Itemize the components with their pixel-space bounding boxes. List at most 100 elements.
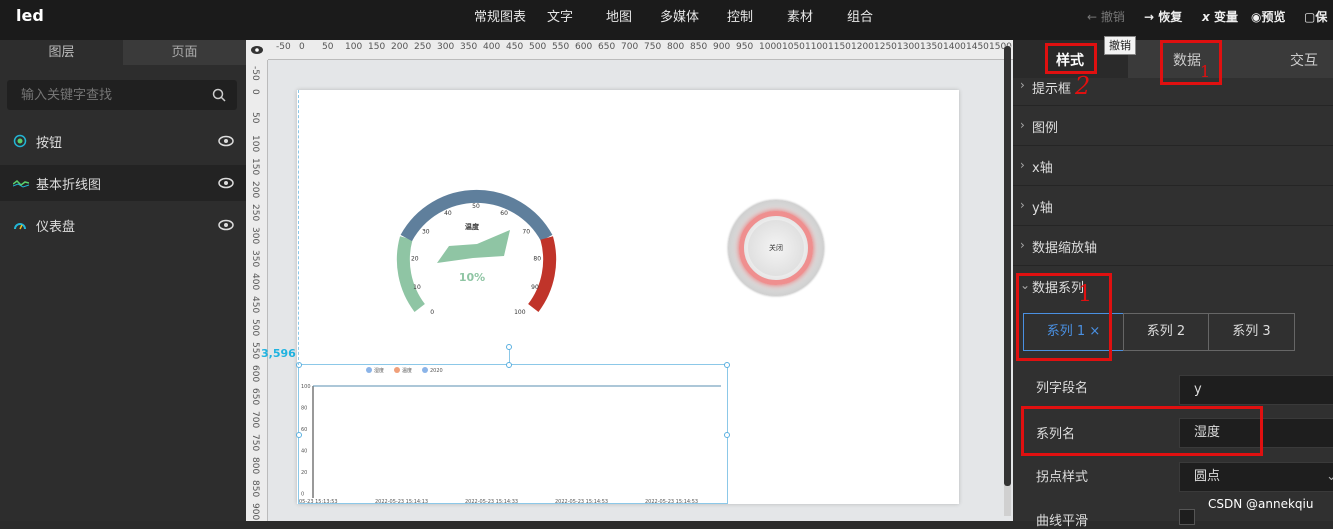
redo-button[interactable]: → 恢复 <box>1144 8 1182 25</box>
resize-handle[interactable] <box>506 362 512 368</box>
y-ticks: 100 80 60 40 20 0 <box>301 384 311 498</box>
column-field-input[interactable]: y <box>1179 375 1333 405</box>
watermark: CSDN @annekqiu <box>1208 497 1314 511</box>
layer-item-button[interactable]: 按钮 <box>0 123 246 159</box>
gauge-tick-label: 20 <box>411 255 419 262</box>
tab-pages[interactable]: 页面 <box>123 40 246 65</box>
scrollbar-thumb[interactable] <box>1004 46 1011 486</box>
app-logo: led <box>16 6 44 25</box>
section-legend[interactable]: › 图例 <box>1013 106 1333 146</box>
ruler-tick-label: -50 <box>276 42 291 52</box>
ruler-tick-label: 1050 <box>782 42 805 52</box>
annotation-box <box>1160 40 1222 85</box>
gauge-widget[interactable]: 0 10 20 30 40 50 60 70 80 90 100 温度 10% <box>389 168 564 318</box>
layer-label: 仪表盘 <box>36 220 76 235</box>
menu-text[interactable]: 文字 <box>547 6 573 25</box>
ruler-tick-label: 200 <box>250 181 260 199</box>
gauge-value: 10% <box>459 271 485 284</box>
undo-tooltip: 撤销 <box>1104 36 1136 55</box>
annotation-number: 1 <box>1200 62 1211 81</box>
variable-button[interactable]: x 变量 <box>1202 8 1238 25</box>
radio-icon <box>13 134 27 148</box>
ruler-tick-label: 1000 <box>759 42 782 52</box>
symbol-style-select[interactable]: 圆点 ⌄ <box>1179 462 1333 492</box>
section-data-zoom[interactable]: › 数据缩放轴 <box>1013 226 1333 266</box>
chevron-down-icon: ⌄ <box>1326 469 1333 484</box>
y-tick-label: 20 <box>301 470 307 476</box>
ruler-tick-label: 1300 <box>897 42 920 52</box>
gauge-tick-label: 10 <box>413 284 421 291</box>
layer-item-line-chart[interactable]: 基本折线图 <box>0 165 246 201</box>
search-icon[interactable] <box>212 88 226 102</box>
ruler-tick-label: 50 <box>322 42 334 52</box>
legend-label: 温度 <box>402 367 412 374</box>
ruler-tick-label: 950 <box>736 42 754 52</box>
x-tick-label: 2022-05-23 15:14:13 <box>375 499 428 505</box>
y-tick-label: 0 <box>301 492 304 498</box>
resize-handle[interactable] <box>296 432 302 438</box>
section-x-axis[interactable]: › x轴 <box>1013 146 1333 186</box>
resize-handle[interactable] <box>296 362 302 368</box>
annotation-number: 1 <box>1078 282 1092 307</box>
undo-button[interactable]: ← 撤销 <box>1087 8 1125 25</box>
gauge-ticks: 0 10 20 30 40 50 60 70 80 90 100 <box>411 203 541 316</box>
x-tick-label: 2022-05-23 15:14:53 <box>555 499 608 505</box>
chevron-right-icon: › <box>1020 158 1025 172</box>
section-y-axis[interactable]: › y轴 <box>1013 186 1333 226</box>
menu-common-charts[interactable]: 常规图表 <box>474 6 526 25</box>
ruler-tick-label: 1250 <box>874 42 897 52</box>
ruler-tick-label: 0 <box>299 42 305 52</box>
ruler-tick-label: 450 <box>250 296 260 314</box>
gauge-tick-label: 0 <box>430 309 434 316</box>
ruler-tick-label: 150 <box>368 42 386 52</box>
y-tick-label: 60 <box>301 427 307 433</box>
gauge-tick-label: 50 <box>472 203 480 210</box>
menu-map[interactable]: 地图 <box>606 6 632 25</box>
layer-search-input[interactable] <box>7 80 237 110</box>
smooth-checkbox[interactable] <box>1179 509 1195 525</box>
line-chart-widget[interactable]: 湿度 温度 2020 100 80 60 40 20 0 05-23 15:13:53 2022… <box>296 344 730 505</box>
layer-item-gauge[interactable]: 仪表盘 <box>0 207 246 243</box>
menu-multimedia[interactable]: 多媒体 <box>660 6 699 25</box>
legend-marker <box>422 367 428 373</box>
rotate-handle[interactable] <box>506 344 512 350</box>
menu-control[interactable]: 控制 <box>727 6 753 25</box>
series-tab-2[interactable]: 系列 2 <box>1123 313 1209 351</box>
menu-group[interactable]: 组合 <box>847 6 873 25</box>
vertical-scrollbar[interactable] <box>1004 46 1011 516</box>
gauge-tick-label: 40 <box>444 210 452 217</box>
ruler-horizontal: -50 0 50 100 150 200 250 300 350 400 450 500 550 600 6… <box>268 40 1035 60</box>
arrow-left-icon: ← <box>1087 10 1098 24</box>
ruler-tick-label: 1100 <box>805 42 828 52</box>
eye-icon[interactable] <box>218 219 234 231</box>
resize-handle[interactable] <box>724 432 730 438</box>
ruler-tick-label: 150 <box>250 158 260 176</box>
x-ticks: 05-23 15:13:53 2022-05-23 15:14:13 2022-05… <box>299 499 698 505</box>
eye-icon[interactable] <box>250 45 264 55</box>
tab-layers[interactable]: 图层 <box>0 40 123 65</box>
gauge-tick-label: 30 <box>422 229 430 236</box>
canvas-area[interactable]: -50 0 50 100 150 200 250 300 350 400 450 500 550 600 6… <box>246 40 1035 521</box>
ruler-tick-label: 600 <box>575 42 593 52</box>
resize-handle[interactable] <box>724 362 730 368</box>
chart-legend: 湿度 温度 2020 <box>366 367 443 374</box>
layer-label: 按钮 <box>36 136 63 151</box>
preview-button[interactable]: ◉预览 <box>1251 8 1286 25</box>
save-button[interactable]: ▢保 <box>1304 8 1327 25</box>
legend-label: 2020 <box>430 368 443 374</box>
ruler-tick-label: 1450 <box>966 42 989 52</box>
ruler-tick-label: 700 <box>621 42 639 52</box>
series-tab-3[interactable]: 系列 3 <box>1208 313 1295 351</box>
toggle-button-widget[interactable]: 关闭 <box>728 200 824 296</box>
menu-material[interactable]: 素材 <box>787 6 813 25</box>
x-tick-label: 2022-05-23 15:14:53 <box>645 499 698 505</box>
y-tick-label: 100 <box>301 384 311 390</box>
ruler-tick-label: 800 <box>250 457 260 475</box>
eye-icon[interactable] <box>218 177 234 189</box>
ruler-tick-label: 50 <box>250 112 260 124</box>
ruler-tick-label: 600 <box>250 365 260 383</box>
save-icon: ▢ <box>1304 10 1316 24</box>
eye-icon[interactable] <box>218 135 234 147</box>
chevron-right-icon: › <box>1020 198 1025 212</box>
ruler-tick-label: 1200 <box>851 42 874 52</box>
